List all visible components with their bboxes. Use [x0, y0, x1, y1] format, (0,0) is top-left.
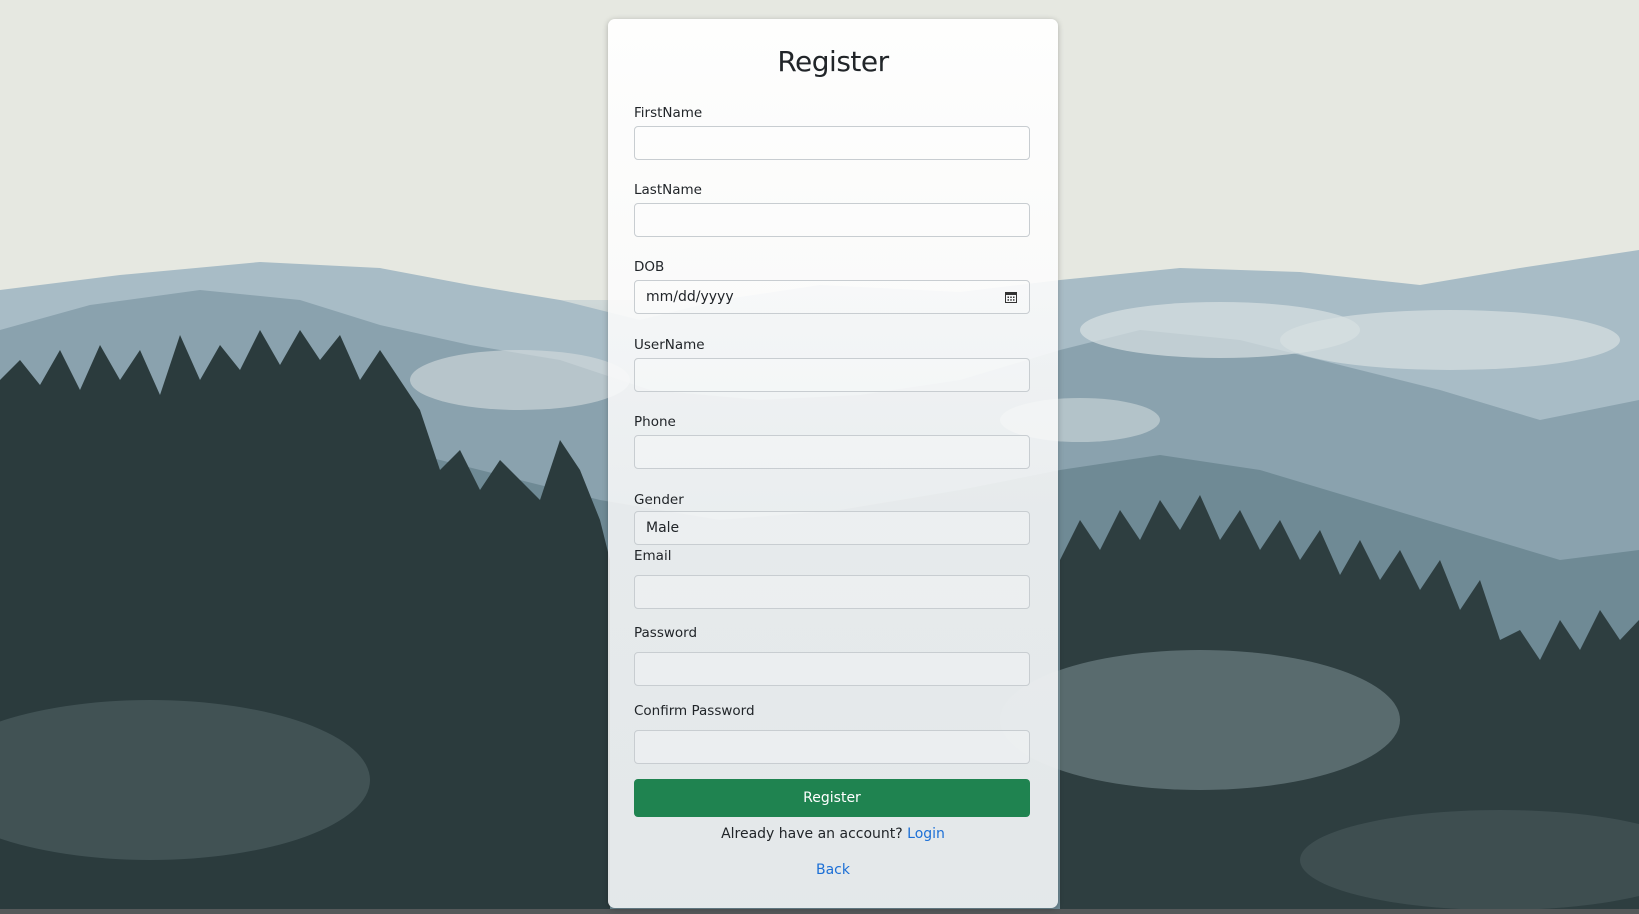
dob-placeholder: mm/dd/yyyy — [646, 289, 734, 305]
phone-input[interactable] — [634, 435, 1030, 469]
register-button[interactable]: Register — [634, 779, 1030, 817]
back-container: Back — [608, 862, 1058, 878]
register-card: Register FirstName LastName DOB mm/dd/yy… — [608, 19, 1058, 908]
page-bottom-border — [0, 909, 1639, 914]
confirm-password-label: Confirm Password — [634, 703, 755, 719]
gender-label: Gender — [634, 492, 684, 508]
lastname-label: LastName — [634, 182, 702, 198]
page-title: Register — [777, 45, 889, 78]
login-link[interactable]: Login — [907, 826, 945, 842]
email-input[interactable] — [634, 575, 1030, 609]
dob-label: DOB — [634, 259, 665, 275]
username-label: UserName — [634, 337, 705, 353]
login-prompt-text: Already have an account? — [721, 826, 903, 842]
login-prompt: Already have an account? Login — [608, 826, 1058, 842]
gender-select[interactable]: Male — [634, 511, 1030, 545]
email-label: Email — [634, 548, 672, 564]
password-label: Password — [634, 625, 698, 641]
username-input[interactable] — [634, 358, 1030, 392]
firstname-input[interactable] — [634, 126, 1030, 160]
calendar-icon[interactable] — [1005, 291, 1017, 303]
confirm-password-input[interactable] — [634, 730, 1030, 764]
dob-input[interactable]: mm/dd/yyyy — [634, 280, 1030, 314]
password-input[interactable] — [634, 652, 1030, 686]
firstname-label: FirstName — [634, 105, 703, 121]
back-link[interactable]: Back — [816, 862, 850, 878]
phone-label: Phone — [634, 414, 676, 430]
lastname-input[interactable] — [634, 203, 1030, 237]
